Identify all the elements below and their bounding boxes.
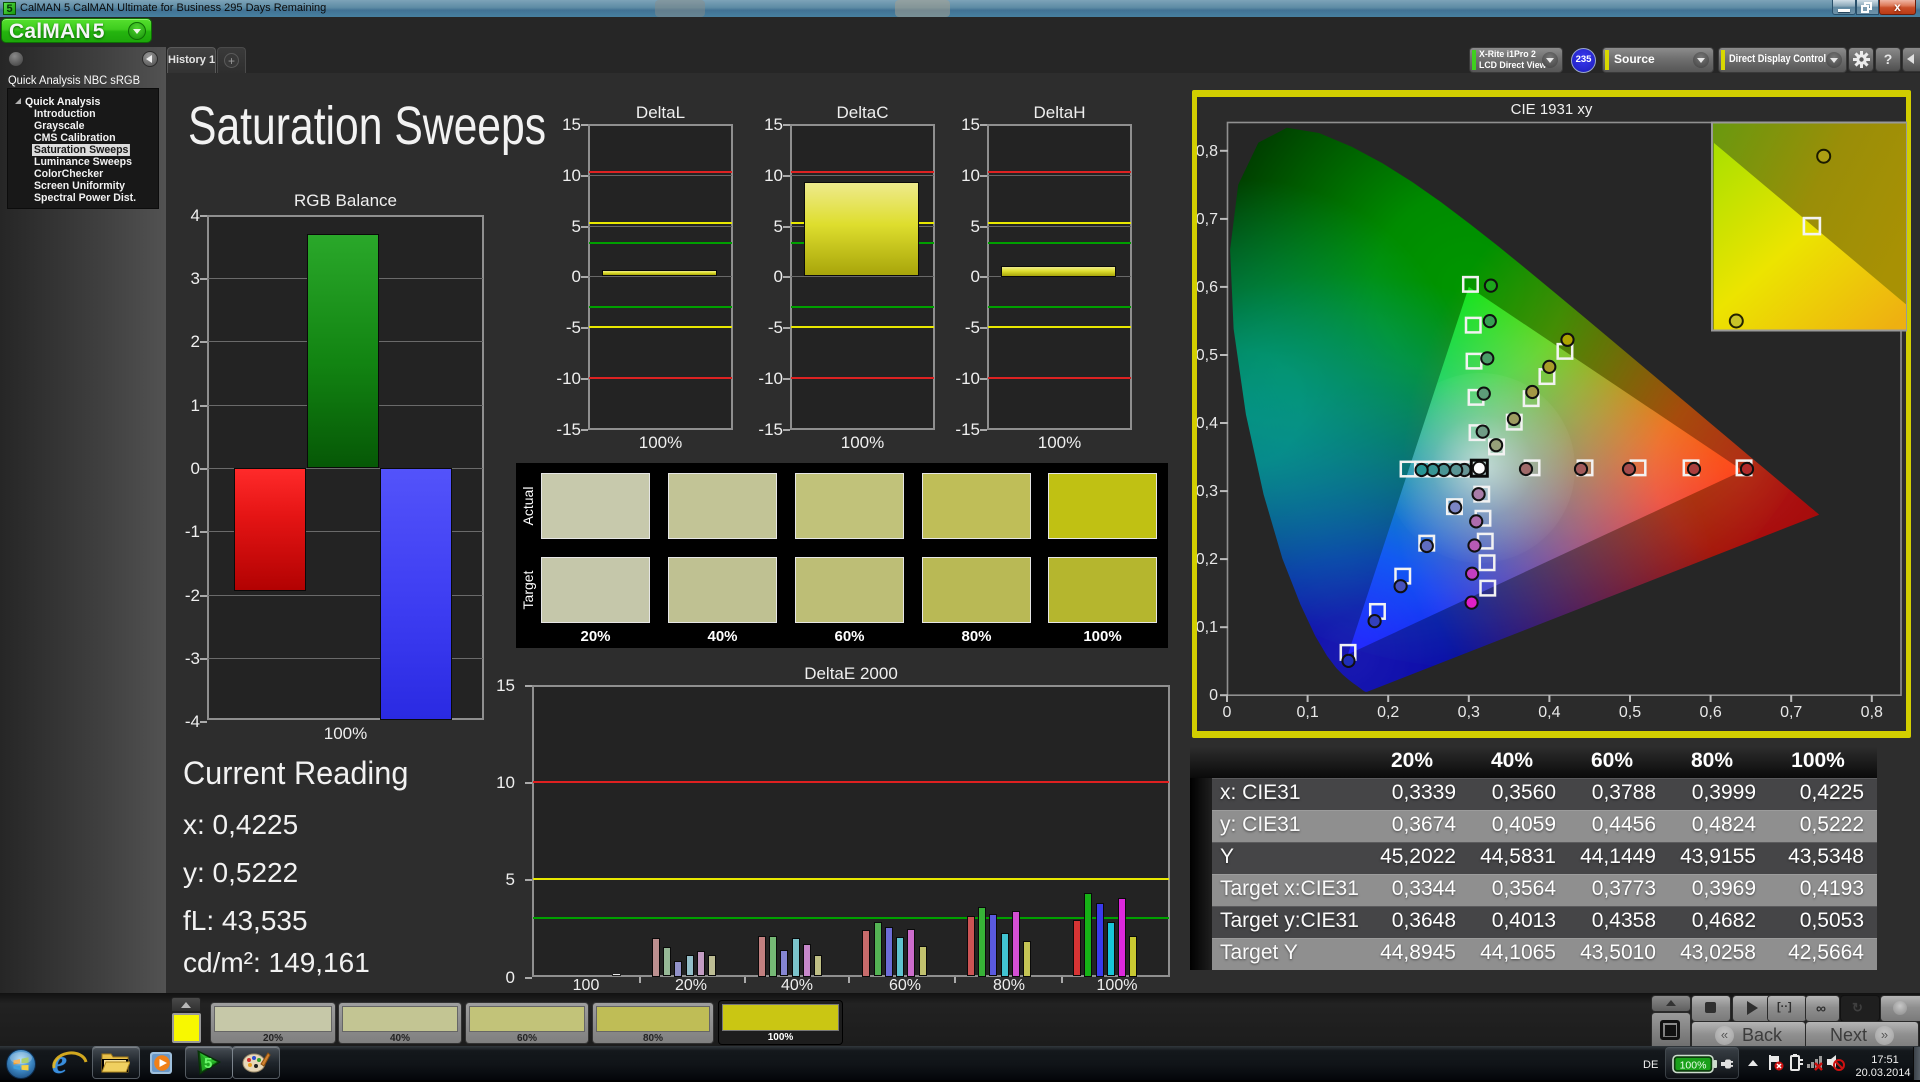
svg-text:0,7: 0,7 (1780, 704, 1802, 721)
svg-text:0,3: 0,3 (1458, 704, 1480, 721)
svg-text:0,6: 0,6 (1197, 279, 1218, 296)
svg-text:0,5: 0,5 (1619, 704, 1641, 721)
svg-text:0,4: 0,4 (1197, 415, 1218, 432)
svg-text:0,2: 0,2 (1197, 551, 1218, 568)
svg-text:0,7: 0,7 (1197, 211, 1218, 228)
svg-text:0,8: 0,8 (1197, 143, 1218, 160)
svg-text:0,5: 0,5 (1197, 347, 1218, 364)
svg-text:0,2: 0,2 (1377, 704, 1399, 721)
svg-text:0,8: 0,8 (1861, 704, 1883, 721)
svg-text:0: 0 (1223, 704, 1232, 721)
svg-text:0,1: 0,1 (1296, 704, 1318, 721)
svg-text:0: 0 (1209, 687, 1218, 704)
svg-text:0,4: 0,4 (1538, 704, 1560, 721)
svg-text:0,3: 0,3 (1197, 483, 1218, 500)
svg-text:100%: 100% (1680, 1060, 1707, 1072)
svg-text:5: 5 (204, 1055, 212, 1072)
svg-text:0,6: 0,6 (1699, 704, 1721, 721)
svg-text:0,1: 0,1 (1197, 619, 1218, 636)
